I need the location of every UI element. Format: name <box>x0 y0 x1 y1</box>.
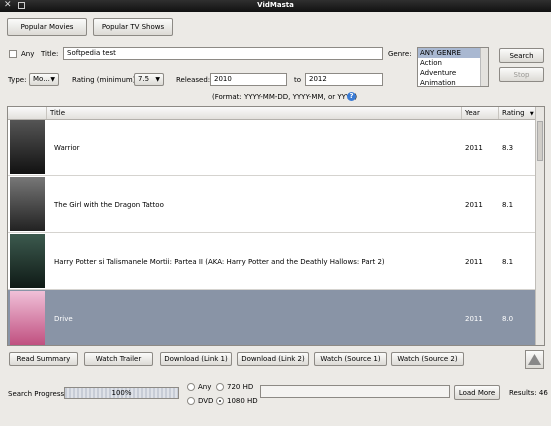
hd1080-label: 1080 HD <box>227 397 258 405</box>
table-row[interactable]: Harry Potter si Talismanele Mortii: Part… <box>8 233 536 290</box>
any-title-checkbox[interactable] <box>9 50 17 58</box>
format-hint: (Format: YYYY-MM-DD, YYYY-MM, or YYYY) <box>212 93 358 101</box>
type-label: Type: <box>8 76 27 84</box>
table-row[interactable]: Warrior 2011 8.3 <box>8 119 536 176</box>
stop-button[interactable]: Stop <box>499 67 544 82</box>
poster-image <box>10 177 45 231</box>
read-summary-button[interactable]: Read Summary <box>9 352 78 366</box>
app-window: ✕ VidMasta Popular Movies Popular TV Sho… <box>0 0 551 426</box>
released-label: Released: <box>176 76 211 84</box>
year-column-header[interactable]: Year <box>462 107 499 119</box>
dvd-radio[interactable] <box>187 397 195 405</box>
search-progress-label: Search Progress: <box>8 390 67 398</box>
poster-image <box>10 234 45 288</box>
dvd-label: DVD <box>198 397 214 405</box>
sort-desc-icon: ▼ <box>529 111 534 117</box>
watch-trailer-button[interactable]: Watch Trailer <box>84 352 153 366</box>
genre-item[interactable]: Adventure <box>418 68 488 78</box>
title-column-header[interactable]: Title <box>47 107 462 119</box>
popular-tv-shows-button[interactable]: Popular TV Shows <box>93 18 173 36</box>
any-quality-radio[interactable] <box>187 383 195 391</box>
rating-header-label: Rating <box>502 109 525 117</box>
genre-item[interactable]: Action <box>418 58 488 68</box>
download-link1-button[interactable]: Download (Link 1) <box>160 352 232 366</box>
title-input[interactable]: Softpedia test <box>63 47 383 60</box>
type-value: Mo... <box>33 75 50 83</box>
poster-column-header[interactable] <box>8 107 47 119</box>
watch-source1-button[interactable]: Watch (Source 1) <box>314 352 387 366</box>
search-button[interactable]: Search <box>499 48 544 63</box>
window-title: VidMasta <box>257 1 294 9</box>
genre-item[interactable]: Animation <box>418 78 488 86</box>
released-from-input[interactable]: 2010 <box>210 73 287 86</box>
table-row-selected[interactable]: Drive 2011 8.0 <box>8 290 536 345</box>
scrollbar-thumb[interactable] <box>537 121 543 161</box>
rating-column-header[interactable]: Rating ▼ <box>499 107 536 119</box>
download-link2-button[interactable]: Download (Link 2) <box>237 352 309 366</box>
rating-value: 7.5 <box>138 75 150 83</box>
hd720-radio[interactable] <box>216 383 224 391</box>
popular-movies-button[interactable]: Popular Movies <box>7 18 87 36</box>
load-more-button[interactable]: Load More <box>454 385 500 400</box>
title-bar: ✕ VidMasta <box>0 0 551 12</box>
genre-list[interactable]: ANY GENRE Action Adventure Animation <box>417 47 489 87</box>
triangle-up-icon <box>528 354 541 365</box>
row-year: 2011 <box>465 258 483 266</box>
to-label: to <box>294 76 302 84</box>
type-select[interactable]: Mo... ▼ <box>29 73 59 86</box>
any-quality-label: Any <box>198 383 212 391</box>
rating-label: Rating (minimum): <box>72 76 138 84</box>
genre-scrollbar[interactable] <box>480 48 488 86</box>
poster-image <box>10 120 45 174</box>
row-title: Harry Potter si Talismanele Mortii: Part… <box>54 258 385 266</box>
chevron-down-icon: ▼ <box>50 76 55 83</box>
chevron-down-icon: ▼ <box>155 76 160 83</box>
row-title: Warrior <box>54 144 80 152</box>
search-progress-bar: 100% <box>64 387 179 399</box>
genre-label: Genre: <box>388 50 412 58</box>
title-label: Title: <box>41 50 59 58</box>
released-to-input[interactable]: 2012 <box>305 73 383 86</box>
row-title: Drive <box>54 315 73 323</box>
row-rating: 8.0 <box>502 315 514 323</box>
row-rating: 8.3 <box>502 144 514 152</box>
hd1080-radio[interactable] <box>216 397 224 405</box>
poster-image <box>10 291 45 345</box>
results-count: Results: 46 <box>509 389 548 397</box>
row-year: 2011 <box>465 201 483 209</box>
row-year: 2011 <box>465 315 483 323</box>
load-more-field <box>260 385 450 398</box>
table-row[interactable]: The Girl with the Dragon Tattoo 2011 8.1 <box>8 176 536 233</box>
row-rating: 8.1 <box>502 201 514 209</box>
hd720-label: 720 HD <box>227 383 254 391</box>
help-icon[interactable]: ? <box>347 92 356 101</box>
row-year: 2011 <box>465 144 483 152</box>
genre-item[interactable]: ANY GENRE <box>418 48 488 58</box>
results-table: Title Year Rating ▼ Warrior 2011 8.3 The… <box>7 106 545 346</box>
table-scrollbar[interactable] <box>535 107 544 345</box>
row-rating: 8.1 <box>502 258 514 266</box>
any-label: Any <box>21 50 35 58</box>
scroll-top-button[interactable] <box>525 350 544 369</box>
watch-source2-button[interactable]: Watch (Source 2) <box>391 352 464 366</box>
rating-select[interactable]: 7.5 ▼ <box>134 73 164 86</box>
row-title: The Girl with the Dragon Tattoo <box>54 201 164 209</box>
